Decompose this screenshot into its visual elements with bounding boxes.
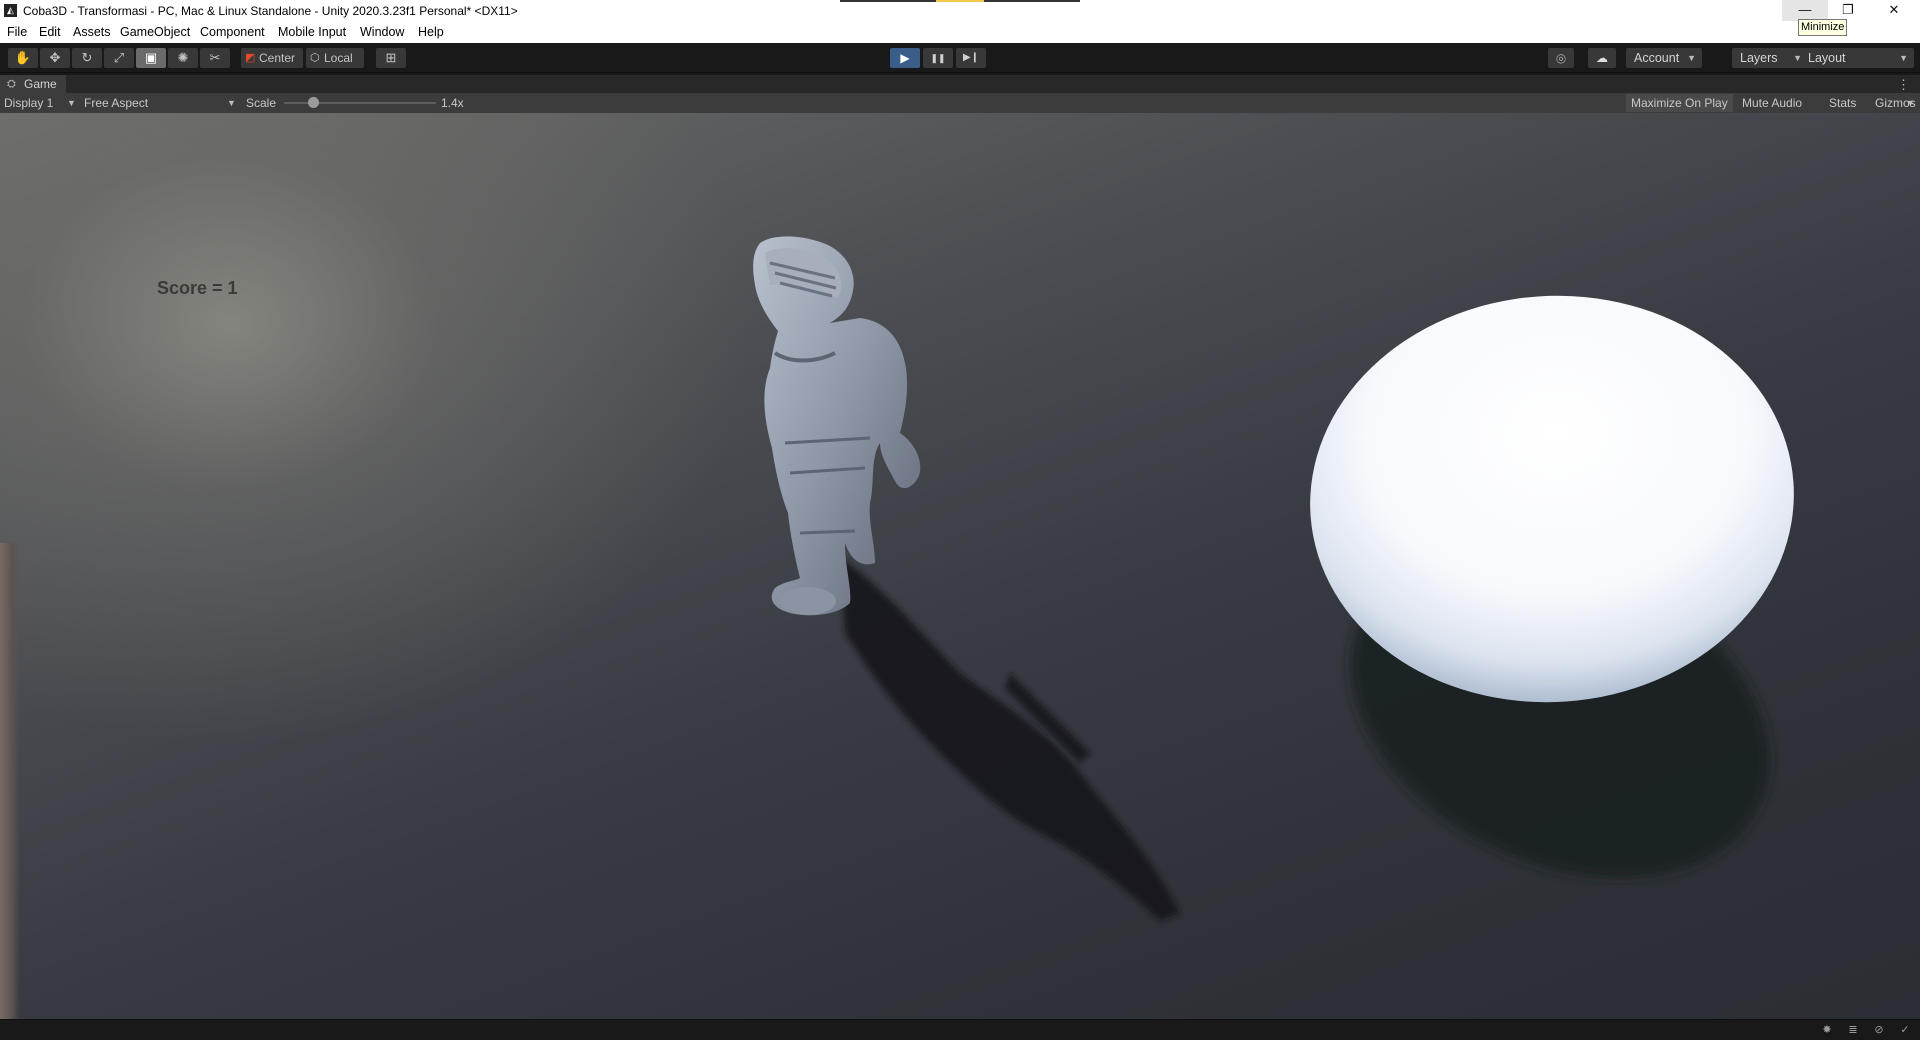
chevron-down-icon: ▼ (67, 98, 76, 108)
character-model (753, 236, 921, 616)
play-button[interactable]: ▶ (890, 48, 920, 68)
menu-mobile-input[interactable]: Mobile Input (278, 25, 346, 39)
step-button[interactable]: ▶❙ (956, 48, 986, 68)
custom-tool-icon: ✂ (209, 50, 221, 65)
menu-assets[interactable]: Assets (73, 25, 111, 39)
layers-icon[interactable]: ≣ (1846, 1023, 1860, 1037)
eye-off-icon[interactable]: ⊘ (1872, 1023, 1886, 1037)
move-tool-button[interactable]: ✥ (40, 48, 70, 68)
stats-toggle[interactable]: Stats (1824, 94, 1861, 112)
title-bar: ◭ Coba3D - Transformasi - PC, Mac & Linu… (0, 0, 1920, 21)
hand-tool-button[interactable]: ✋ (8, 48, 38, 68)
menu-gameobject[interactable]: GameObject (120, 25, 190, 39)
scale-slider[interactable] (284, 102, 436, 104)
rotate-tool-icon: ↻ (81, 50, 93, 65)
close-button[interactable]: ✕ (1871, 0, 1917, 21)
maximize-on-play-toggle[interactable]: Maximize On Play (1626, 94, 1733, 112)
account-dropdown[interactable]: Account ▼ (1626, 48, 1702, 68)
menu-window[interactable]: Window (360, 25, 404, 39)
transform-tool-button[interactable]: ✺ (168, 48, 198, 68)
game-view-toolbar: Display 1 ▼ Free Aspect ▼ Scale 1.4x Max… (0, 93, 1920, 113)
pivot-label: Center (259, 51, 296, 65)
mute-audio-toggle[interactable]: Mute Audio (1737, 94, 1807, 112)
aspect-dropdown[interactable]: Free Aspect (84, 93, 148, 113)
window-title: Coba3D - Transformasi - PC, Mac & Linux … (23, 4, 518, 18)
scale-label: Scale (246, 96, 277, 110)
cloud-button[interactable]: ☁ (1588, 48, 1616, 68)
gamepad-icon: ⛭ (7, 78, 16, 90)
pause-icon: ❚❚ (930, 53, 946, 63)
score-label: Score = 1 (157, 278, 238, 298)
collab-icon: ◎ (1555, 51, 1567, 65)
chevron-down-icon: ▼ (1899, 53, 1908, 63)
status-bar: ✸ ≣ ⊘ ✓ (0, 1019, 1920, 1040)
chevron-down-icon[interactable]: ▼ (1906, 93, 1915, 113)
rotate-tool-button[interactable]: ↻ (72, 48, 102, 68)
move-tool-icon: ✥ (49, 50, 61, 65)
menu-edit[interactable]: Edit (39, 25, 61, 39)
pivot-local-toggle[interactable]: ⬡ Local (306, 48, 364, 68)
custom-tool-button[interactable]: ✂ (200, 48, 230, 68)
collab-button[interactable]: ◎ (1548, 48, 1574, 68)
scene-render (753, 236, 1794, 921)
menu-help[interactable]: Help (418, 25, 444, 39)
aspect-label: Free Aspect (84, 96, 149, 110)
layout-label: Layout (1808, 51, 1846, 65)
menu-file[interactable]: File (7, 25, 27, 39)
grid-snap-button[interactable]: ⊞ (376, 48, 406, 68)
display-dropdown[interactable]: Display 1 (4, 93, 53, 113)
main-toolbar: ✋ ✥ ↻ ⤢ ▣ ✺ ✂ ◩ Center ⬡ Local ⊞ ▶ ❚❚ ▶❙… (0, 43, 1920, 73)
layers-label: Layers (1740, 51, 1778, 65)
chevron-down-icon: ▼ (1687, 53, 1696, 63)
account-label: Account (1634, 51, 1680, 65)
play-icon: ▶ (900, 51, 910, 65)
game-viewport[interactable]: Score = 1 (0, 113, 1920, 1019)
pivot-center-toggle[interactable]: ◩ Center (241, 48, 303, 68)
tab-game-label: Game (24, 77, 57, 91)
pause-button[interactable]: ❚❚ (923, 48, 953, 68)
tab-game[interactable]: ⛭ Game (0, 75, 66, 94)
rect-tool-button[interactable]: ▣ (136, 48, 166, 68)
layout-dropdown[interactable]: Layout ▼ (1800, 48, 1914, 68)
chevron-down-icon: ▼ (227, 98, 236, 108)
menu-component[interactable]: Component (200, 25, 265, 39)
loading-progress-bar (840, 0, 1080, 2)
local-space-icon: ⬡ (310, 52, 320, 64)
check-icon[interactable]: ✓ (1898, 1023, 1912, 1037)
bug-icon[interactable]: ✸ (1820, 1023, 1834, 1037)
hand-tool-icon: ✋ (14, 50, 32, 65)
progress-fill (936, 0, 984, 2)
cloud-icon: ☁ (1596, 51, 1608, 65)
unity-app-icon: ◭ (4, 4, 17, 17)
menu-bar: File Edit Assets GameObject Component Mo… (0, 21, 1920, 43)
grid-snap-icon: ⊞ (385, 50, 397, 65)
minimize-button[interactable]: — (1782, 0, 1828, 21)
scale-slider-knob[interactable] (307, 97, 319, 108)
transform-tool-icon: ✺ (177, 50, 189, 65)
space-label: Local (324, 51, 353, 65)
scale-tool-icon: ⤢ (113, 50, 125, 65)
layers-dropdown[interactable]: Layers ▼ (1732, 48, 1808, 68)
scale-value: 1.4x (441, 96, 464, 110)
scale-tool-button[interactable]: ⤢ (104, 48, 134, 68)
pivot-icon: ◩ (245, 52, 256, 64)
game-tab-row: ⛭ Game ⋮ (0, 74, 1920, 94)
tab-menu-icon[interactable]: ⋮ (1897, 75, 1910, 94)
restore-button[interactable]: ❐ (1825, 0, 1871, 21)
minimize-tooltip: Minimize (1798, 19, 1848, 36)
character-shadow (840, 558, 1180, 921)
display-label: Display 1 (4, 96, 54, 110)
rect-tool-icon: ▣ (144, 50, 158, 65)
step-icon: ▶❙ (962, 52, 980, 63)
